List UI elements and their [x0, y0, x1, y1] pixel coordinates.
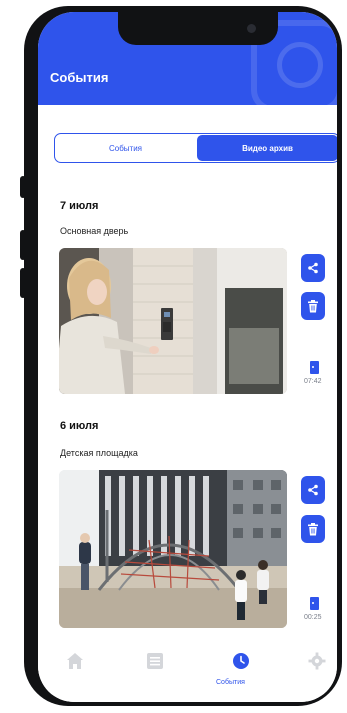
- delete-button[interactable]: [301, 292, 325, 320]
- home-icon[interactable]: [66, 652, 84, 670]
- gear-icon[interactable]: [308, 652, 326, 670]
- video-frame-playground: [59, 470, 287, 628]
- trash-icon: [308, 522, 318, 535]
- door-icon: [310, 597, 319, 610]
- bottom-tab-bar: События: [38, 642, 337, 702]
- camera-dot: [247, 24, 256, 33]
- event-date: 6 июля: [60, 420, 99, 432]
- video-duration: 07:42: [304, 378, 322, 385]
- trash-icon: [308, 299, 318, 312]
- phone-screen: События События Видео архив 7 июля Основ…: [38, 12, 337, 702]
- video-frame-entrance: [59, 248, 287, 394]
- tab-video-archive[interactable]: Видео архив: [197, 135, 337, 161]
- tab-events-label[interactable]: События: [216, 679, 245, 686]
- segmented-control: События Видео архив: [54, 133, 337, 163]
- share-button[interactable]: [301, 254, 325, 282]
- event-location: Основная дверь: [60, 226, 129, 236]
- video-duration: 00:25: [304, 614, 322, 621]
- header-decoration-lens: [277, 42, 323, 88]
- door-icon: [310, 361, 319, 374]
- event-location: Детская площадка: [60, 448, 138, 458]
- page-title: События: [50, 70, 109, 85]
- event-video-thumbnail[interactable]: [59, 470, 287, 628]
- tab-events[interactable]: События: [55, 134, 196, 162]
- event-date: 7 июля: [60, 200, 99, 212]
- event-video-thumbnail[interactable]: [59, 248, 287, 394]
- list-icon[interactable]: [146, 652, 164, 670]
- share-icon: [308, 262, 318, 274]
- share-button[interactable]: [301, 476, 325, 504]
- phone-notch: [118, 12, 278, 45]
- clock-icon[interactable]: [232, 652, 250, 670]
- delete-button[interactable]: [301, 515, 325, 543]
- share-icon: [308, 484, 318, 496]
